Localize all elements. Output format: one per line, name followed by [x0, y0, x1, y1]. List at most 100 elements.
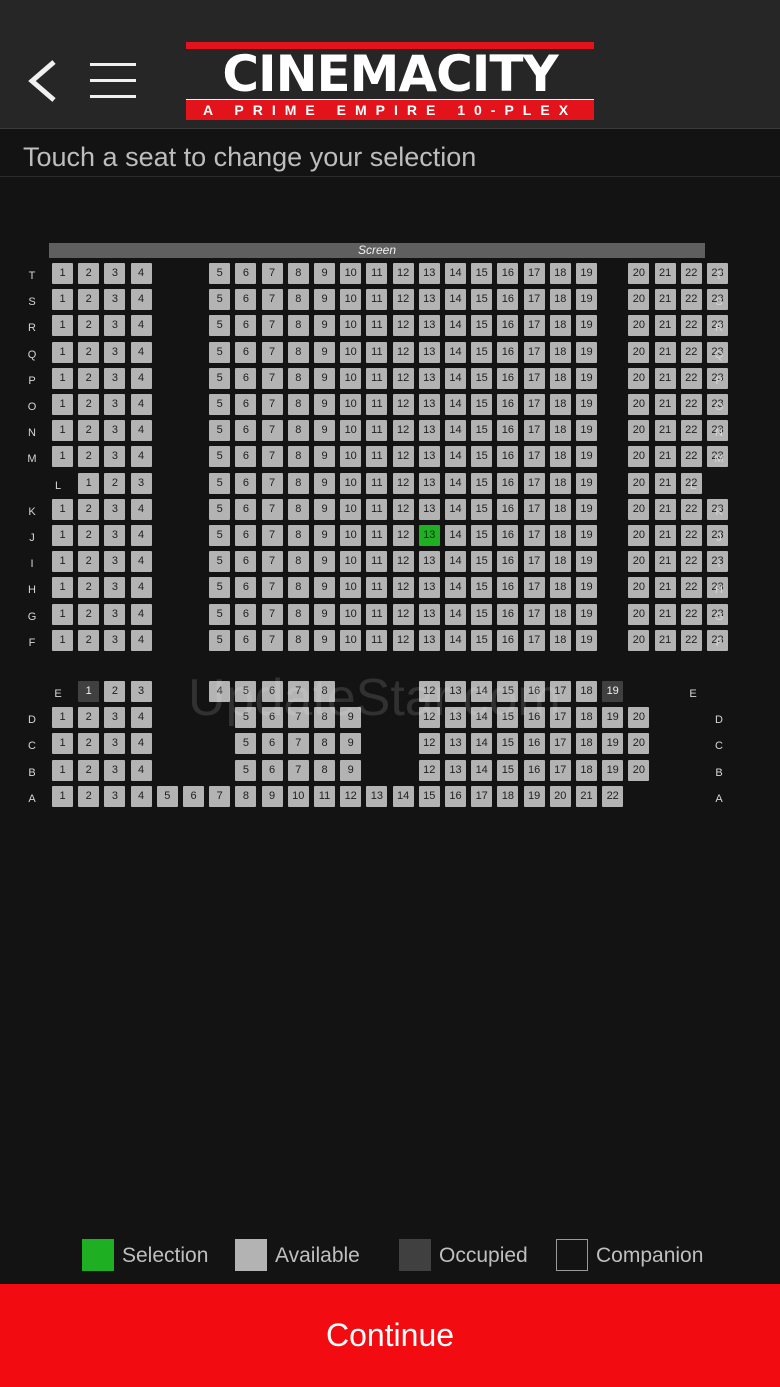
seat-L-2[interactable]: 2	[104, 472, 126, 494]
seat-K-12[interactable]: 12	[392, 498, 414, 520]
seat-T-8[interactable]: 8	[287, 263, 309, 284]
seat-H-8[interactable]: 8	[287, 577, 309, 599]
seat-O-9[interactable]: 9	[314, 394, 335, 415]
seat-I-2[interactable]: 2	[78, 551, 100, 573]
seat-C-16[interactable]: 16	[523, 733, 545, 755]
seat-S-20[interactable]: 20	[628, 289, 650, 311]
seat-O-12[interactable]: 12	[392, 394, 414, 415]
seat-N-17[interactable]: 17	[523, 420, 545, 442]
seat-J-2[interactable]: 2	[78, 525, 100, 546]
seat-G-18[interactable]: 18	[549, 603, 571, 625]
seat-F-4[interactable]: 4	[130, 629, 152, 651]
seat-M-3[interactable]: 3	[104, 446, 126, 468]
seat-L-5[interactable]: 5	[209, 472, 231, 494]
seat-I-11[interactable]: 11	[366, 551, 388, 573]
seat-Q-14[interactable]: 14	[445, 341, 466, 363]
seat-L-21[interactable]: 21	[654, 472, 676, 494]
seat-N-7[interactable]: 7	[261, 420, 283, 442]
seat-R-13[interactable]: 13	[418, 315, 440, 337]
seat-G-2[interactable]: 2	[78, 603, 100, 625]
seat-R-7[interactable]: 7	[261, 315, 283, 337]
seat-M-12[interactable]: 12	[392, 446, 414, 468]
seat-P-18[interactable]: 18	[549, 367, 571, 389]
seat-S-7[interactable]: 7	[261, 289, 283, 311]
seat-E-18[interactable]: 18	[576, 681, 597, 702]
seat-H-5[interactable]: 5	[209, 577, 231, 599]
seat-L-8[interactable]: 8	[287, 472, 309, 494]
seat-S-13[interactable]: 13	[418, 289, 440, 311]
seat-G-10[interactable]: 10	[340, 603, 362, 625]
seat-Q-18[interactable]: 18	[549, 341, 571, 363]
seat-A-18[interactable]: 18	[497, 785, 519, 807]
seat-I-8[interactable]: 8	[287, 551, 309, 573]
seat-R-12[interactable]: 12	[392, 315, 414, 337]
seat-M-6[interactable]: 6	[235, 446, 257, 468]
seat-K-16[interactable]: 16	[497, 498, 519, 520]
seat-K-9[interactable]: 9	[314, 498, 335, 520]
seat-R-3[interactable]: 3	[104, 315, 126, 337]
seat-K-11[interactable]: 11	[366, 498, 388, 520]
seat-N-9[interactable]: 9	[314, 420, 335, 442]
seat-D-9[interactable]: 9	[340, 707, 362, 729]
seat-T-17[interactable]: 17	[523, 263, 545, 284]
seat-A-6[interactable]: 6	[183, 785, 204, 807]
seat-M-15[interactable]: 15	[471, 446, 493, 468]
seat-C-20[interactable]: 20	[628, 733, 650, 755]
seat-L-11[interactable]: 11	[366, 472, 388, 494]
seat-N-4[interactable]: 4	[130, 420, 152, 442]
seat-J-12[interactable]: 12	[392, 525, 414, 546]
seat-L-12[interactable]: 12	[392, 472, 414, 494]
seat-H-19[interactable]: 19	[576, 577, 597, 599]
seat-J-9[interactable]: 9	[314, 525, 335, 546]
seat-S-4[interactable]: 4	[130, 289, 152, 311]
seat-K-6[interactable]: 6	[235, 498, 257, 520]
seat-A-12[interactable]: 12	[340, 785, 362, 807]
seat-I-7[interactable]: 7	[261, 551, 283, 573]
seat-R-1[interactable]: 1	[52, 315, 73, 337]
seat-I-19[interactable]: 19	[576, 551, 597, 573]
seat-P-17[interactable]: 17	[523, 367, 545, 389]
seat-T-10[interactable]: 10	[340, 263, 362, 284]
seat-N-1[interactable]: 1	[52, 420, 73, 442]
seat-D-13[interactable]: 13	[445, 707, 466, 729]
seat-S-19[interactable]: 19	[576, 289, 597, 311]
seat-R-8[interactable]: 8	[287, 315, 309, 337]
seat-G-7[interactable]: 7	[261, 603, 283, 625]
seat-Q-4[interactable]: 4	[130, 341, 152, 363]
seat-A-4[interactable]: 4	[130, 785, 152, 807]
seat-J-1[interactable]: 1	[52, 525, 73, 546]
seat-H-2[interactable]: 2	[78, 577, 100, 599]
seat-J-13[interactable]: 13	[418, 525, 440, 546]
seat-R-15[interactable]: 15	[471, 315, 493, 337]
seat-T-16[interactable]: 16	[497, 263, 519, 284]
seat-A-10[interactable]: 10	[287, 785, 309, 807]
seat-P-20[interactable]: 20	[628, 367, 650, 389]
seat-K-17[interactable]: 17	[523, 498, 545, 520]
seat-H-11[interactable]: 11	[366, 577, 388, 599]
seat-D-5[interactable]: 5	[235, 707, 257, 729]
seat-I-9[interactable]: 9	[314, 551, 335, 573]
seat-J-10[interactable]: 10	[340, 525, 362, 546]
seat-S-22[interactable]: 22	[680, 289, 702, 311]
seat-D-2[interactable]: 2	[78, 707, 100, 729]
seat-E-7[interactable]: 7	[287, 681, 309, 702]
seat-B-1[interactable]: 1	[52, 759, 73, 781]
seat-G-15[interactable]: 15	[471, 603, 493, 625]
seat-E-17[interactable]: 17	[549, 681, 571, 702]
seat-O-17[interactable]: 17	[523, 394, 545, 415]
seat-Q-3[interactable]: 3	[104, 341, 126, 363]
seat-K-22[interactable]: 22	[680, 498, 702, 520]
seat-C-13[interactable]: 13	[445, 733, 466, 755]
seat-G-5[interactable]: 5	[209, 603, 231, 625]
seat-N-11[interactable]: 11	[366, 420, 388, 442]
seat-I-3[interactable]: 3	[104, 551, 126, 573]
seat-C-12[interactable]: 12	[418, 733, 440, 755]
seat-H-14[interactable]: 14	[445, 577, 466, 599]
seat-R-2[interactable]: 2	[78, 315, 100, 337]
seat-S-14[interactable]: 14	[445, 289, 466, 311]
seat-G-16[interactable]: 16	[497, 603, 519, 625]
seat-J-15[interactable]: 15	[471, 525, 493, 546]
seat-T-3[interactable]: 3	[104, 263, 126, 284]
seat-J-14[interactable]: 14	[445, 525, 466, 546]
seat-P-21[interactable]: 21	[654, 367, 676, 389]
